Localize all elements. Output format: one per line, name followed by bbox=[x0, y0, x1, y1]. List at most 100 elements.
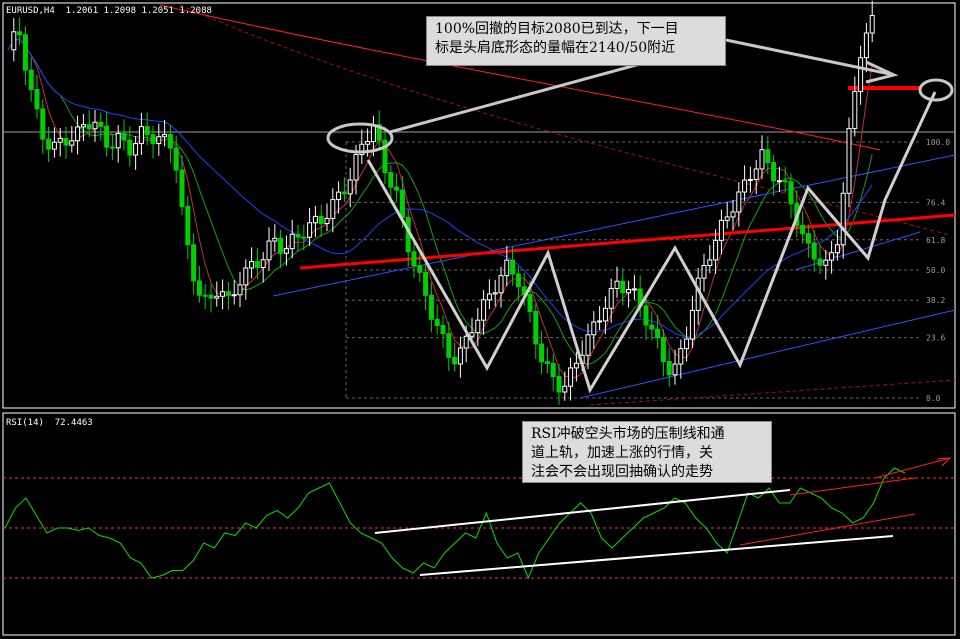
candle-body bbox=[504, 259, 510, 277]
fib-level-label: 38.2 bbox=[926, 296, 945, 305]
candle-body bbox=[539, 343, 545, 363]
candle-body bbox=[469, 332, 475, 337]
candle-body bbox=[602, 307, 608, 322]
candle-body bbox=[423, 271, 429, 296]
candle-body bbox=[208, 294, 214, 299]
candle-body bbox=[562, 385, 568, 393]
candle-body bbox=[771, 162, 777, 182]
rsi-line bbox=[4, 467, 906, 580]
candle-body bbox=[220, 291, 226, 297]
candle-body bbox=[649, 324, 655, 330]
candle-body bbox=[533, 310, 539, 345]
candle-body bbox=[475, 319, 481, 334]
candle-body bbox=[817, 258, 823, 266]
candle-body bbox=[614, 280, 620, 290]
ma-fast-line bbox=[7, 38, 873, 378]
candle-body bbox=[162, 133, 168, 138]
candle-body bbox=[846, 127, 852, 194]
candle-body bbox=[150, 134, 156, 145]
candle-body bbox=[57, 138, 63, 143]
lower-channel-line bbox=[579, 309, 956, 399]
candle-body bbox=[341, 191, 347, 195]
candle-body bbox=[399, 189, 405, 218]
candle-body bbox=[295, 233, 301, 238]
lower-red-dashed-line bbox=[589, 379, 956, 406]
candle-body bbox=[585, 334, 591, 356]
rsi-lower-channel-line bbox=[739, 513, 916, 546]
candle-body bbox=[324, 217, 330, 225]
rsi-annotation-note: RSI冲破空头市场的压制线和通 道上轨，加速上涨的行情，关 注会不会出现回抽确认… bbox=[522, 421, 772, 483]
candle-body bbox=[40, 108, 46, 140]
candle-body bbox=[834, 244, 840, 254]
candle-body bbox=[428, 294, 434, 320]
candle-body bbox=[753, 168, 759, 181]
candle-body bbox=[591, 321, 597, 336]
candle-body bbox=[86, 124, 92, 130]
candle-body bbox=[550, 362, 556, 378]
candle-body bbox=[11, 31, 17, 51]
candle-body bbox=[863, 32, 869, 59]
candle-body bbox=[312, 215, 318, 224]
candle-body bbox=[556, 376, 562, 393]
main-chart-header: EURUSD,H4 1.2061 1.2098 1.2051 1.2088 bbox=[6, 6, 212, 16]
candle-body bbox=[272, 237, 278, 242]
candle-body bbox=[34, 88, 40, 110]
candle-body bbox=[643, 305, 649, 326]
fib-level-label: 50.0 bbox=[926, 266, 945, 275]
candle-body bbox=[28, 69, 34, 90]
candle-body bbox=[597, 320, 603, 323]
candle-body bbox=[98, 121, 104, 127]
candle-body bbox=[707, 259, 713, 267]
candle-body bbox=[660, 337, 666, 363]
candle-body bbox=[724, 216, 730, 221]
candle-body bbox=[736, 191, 742, 213]
candle-body bbox=[365, 141, 371, 145]
candle-body bbox=[417, 265, 423, 273]
candle-body bbox=[214, 295, 220, 299]
upper-channel-line bbox=[272, 154, 956, 297]
candle-body bbox=[133, 143, 139, 156]
candle-body bbox=[626, 289, 632, 294]
candle-body bbox=[278, 237, 284, 254]
candle-body bbox=[330, 199, 336, 219]
candle-body bbox=[811, 242, 817, 260]
candle-body bbox=[411, 251, 417, 267]
candle-body bbox=[173, 147, 179, 171]
candle-body bbox=[249, 261, 255, 269]
candle-body bbox=[730, 211, 736, 218]
candle-body bbox=[167, 133, 173, 149]
candle-body bbox=[318, 215, 324, 225]
ma-green-line bbox=[7, 38, 873, 366]
candle-body bbox=[689, 309, 695, 340]
candle-body bbox=[655, 328, 661, 339]
candle-body bbox=[800, 224, 806, 235]
candle-body bbox=[156, 136, 162, 145]
candle-body bbox=[672, 363, 678, 376]
candle-body bbox=[185, 206, 191, 246]
candle-body bbox=[243, 267, 249, 286]
rsi-support-line bbox=[419, 535, 894, 576]
candle-body bbox=[115, 133, 121, 149]
top-annotation-note: 100%回撤的目标2080已到达，下一目 标是头肩底形态的量幅在2140/50附… bbox=[426, 16, 726, 66]
candle-body bbox=[829, 252, 835, 261]
candle-body bbox=[573, 362, 579, 369]
candle-body bbox=[568, 367, 574, 387]
candle-body bbox=[510, 259, 516, 275]
fib-level-label: 100.0 bbox=[926, 138, 950, 147]
rsi-layer bbox=[3, 457, 955, 580]
candle-body bbox=[481, 299, 487, 321]
candle-body bbox=[46, 138, 52, 150]
candle-body bbox=[492, 292, 498, 295]
candle-body bbox=[527, 294, 533, 312]
candle-body bbox=[104, 125, 110, 148]
rsi-header: RSI(14) 72.4463 bbox=[6, 418, 93, 428]
candle-body bbox=[620, 280, 626, 294]
candle-body bbox=[544, 361, 550, 364]
candle-body bbox=[254, 261, 260, 268]
rsi-upper-channel-line bbox=[874, 457, 951, 479]
candle-body bbox=[127, 139, 133, 156]
fib-level-label: 61.8 bbox=[926, 236, 945, 245]
candle-body bbox=[109, 146, 115, 149]
rsi-arrow-head bbox=[936, 457, 952, 467]
rsi-panel-frame bbox=[2, 412, 956, 636]
